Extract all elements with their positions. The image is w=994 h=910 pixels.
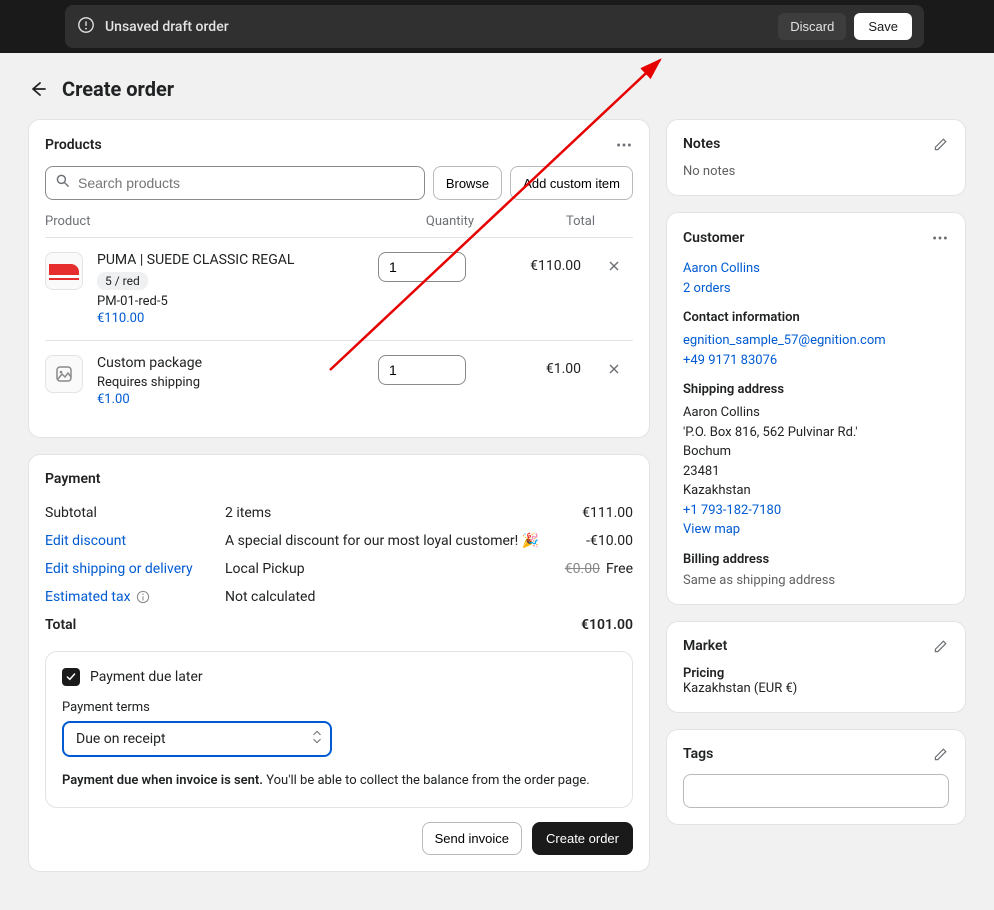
payment-terms-label: Payment terms (62, 700, 616, 715)
product-price[interactable]: €110.00 (97, 311, 353, 326)
view-map-link[interactable]: View map (683, 520, 949, 540)
customer-phone-link[interactable]: +49 9171 83076 (683, 351, 949, 371)
edit-icon[interactable] (933, 136, 949, 152)
remove-line-icon[interactable] (595, 355, 633, 377)
browse-button[interactable]: Browse (433, 166, 502, 200)
shipping-desc: Local Pickup (225, 561, 543, 577)
product-price[interactable]: €1.00 (97, 392, 353, 407)
tags-title: Tags (683, 746, 713, 762)
total-value: €101.00 (543, 617, 633, 633)
search-icon (55, 173, 71, 193)
add-custom-item-button[interactable]: Add custom item (510, 166, 633, 200)
send-invoice-button[interactable]: Send invoice (422, 822, 522, 855)
product-name[interactable]: PUMA | SUEDE CLASSIC REGAL (97, 252, 353, 268)
estimated-tax-link[interactable]: Estimated tax (45, 589, 131, 605)
payment-terms-select[interactable]: Due on receipt (62, 721, 332, 757)
more-icon[interactable] (615, 136, 633, 154)
shipping-address: Aaron Collins 'P.O. Box 816, 562 Pulvina… (683, 403, 949, 540)
product-sku: PM-01-red-5 (97, 294, 353, 309)
products-card: Products Browse Add custom item Product … (28, 119, 650, 438)
line-total: €110.00 (491, 252, 581, 274)
create-order-button[interactable]: Create order (532, 822, 633, 855)
back-arrow-icon[interactable] (28, 79, 48, 99)
payment-due-later-checkbox[interactable] (62, 668, 80, 686)
discard-button[interactable]: Discard (778, 13, 846, 40)
save-button[interactable]: Save (854, 13, 912, 40)
notes-card: Notes No notes (666, 119, 966, 196)
pricing-label: Pricing (683, 666, 949, 681)
variant-badge: 5 / red (97, 272, 148, 290)
payment-help-text: Payment due when invoice is sent. You'll… (62, 771, 616, 791)
subtotal-desc: 2 items (225, 505, 543, 521)
market-title: Market (683, 638, 727, 654)
edit-discount-link[interactable]: Edit discount (45, 533, 126, 549)
notes-empty: No notes (683, 164, 949, 179)
draft-label: Unsaved draft order (105, 19, 229, 35)
tags-input[interactable] (683, 774, 949, 808)
market-card: Market Pricing Kazakhstan (EUR €) (666, 621, 966, 713)
remove-line-icon[interactable] (595, 252, 633, 274)
quantity-input[interactable] (378, 355, 466, 385)
edit-shipping-link[interactable]: Edit shipping or delivery (45, 561, 193, 577)
billing-address-text: Same as shipping address (683, 573, 949, 588)
shipping-phone-link[interactable]: +1 793-182-7180 (683, 501, 949, 521)
product-note: Requires shipping (97, 375, 353, 390)
top-bar: Unsaved draft order Discard Save (0, 0, 994, 53)
subtotal-value: €111.00 (543, 505, 633, 521)
draft-status-bar: Unsaved draft order Discard Save (65, 5, 924, 48)
pricing-value: Kazakhstan (EUR €) (683, 681, 949, 696)
col-total: Total (505, 214, 595, 229)
total-label: Total (45, 617, 225, 633)
customer-card: Customer Aaron Collins 2 orders Contact … (666, 212, 966, 605)
tax-desc: Not calculated (225, 589, 543, 605)
payment-due-later-label: Payment due later (90, 669, 203, 685)
shipping-address-title: Shipping address (683, 382, 949, 397)
page-header: Create order (0, 53, 994, 119)
payment-card: Payment Subtotal 2 items €111.00 Edit di… (28, 454, 650, 872)
product-name[interactable]: Custom package (97, 355, 353, 371)
product-thumbnail (45, 355, 83, 393)
subtotal-label: Subtotal (45, 505, 225, 521)
col-product: Product (45, 214, 395, 229)
page-title: Create order (62, 77, 174, 101)
line-item: PUMA | SUEDE CLASSIC REGAL 5 / red PM-01… (45, 237, 633, 340)
customer-orders-link[interactable]: 2 orders (683, 279, 949, 299)
info-icon[interactable] (136, 590, 150, 604)
customer-title: Customer (683, 230, 744, 246)
product-thumbnail (45, 252, 83, 290)
line-total: €1.00 (491, 355, 581, 377)
payment-title: Payment (45, 471, 633, 487)
shipping-value: €0.00Free (543, 561, 633, 577)
contact-info-title: Contact information (683, 310, 949, 325)
quantity-input[interactable] (378, 252, 466, 282)
products-title: Products (45, 137, 102, 153)
col-quantity: Quantity (395, 214, 505, 229)
discount-desc: A special discount for our most loyal cu… (225, 533, 543, 549)
billing-address-title: Billing address (683, 552, 949, 567)
alert-icon (77, 16, 95, 38)
discount-value: -€10.00 (543, 533, 633, 549)
customer-email-link[interactable]: egnition_sample_57@egnition.com (683, 331, 949, 351)
payment-terms-box: Payment due later Payment terms Due on r… (45, 651, 633, 808)
edit-icon[interactable] (933, 638, 949, 654)
tags-card: Tags (666, 729, 966, 825)
search-products-input[interactable] (45, 166, 425, 200)
line-item: Custom package Requires shipping €1.00 €… (45, 340, 633, 421)
products-table-header: Product Quantity Total (45, 214, 633, 237)
more-icon[interactable] (931, 229, 949, 247)
edit-icon[interactable] (933, 746, 949, 762)
customer-name-link[interactable]: Aaron Collins (683, 259, 949, 279)
notes-title: Notes (683, 136, 720, 152)
